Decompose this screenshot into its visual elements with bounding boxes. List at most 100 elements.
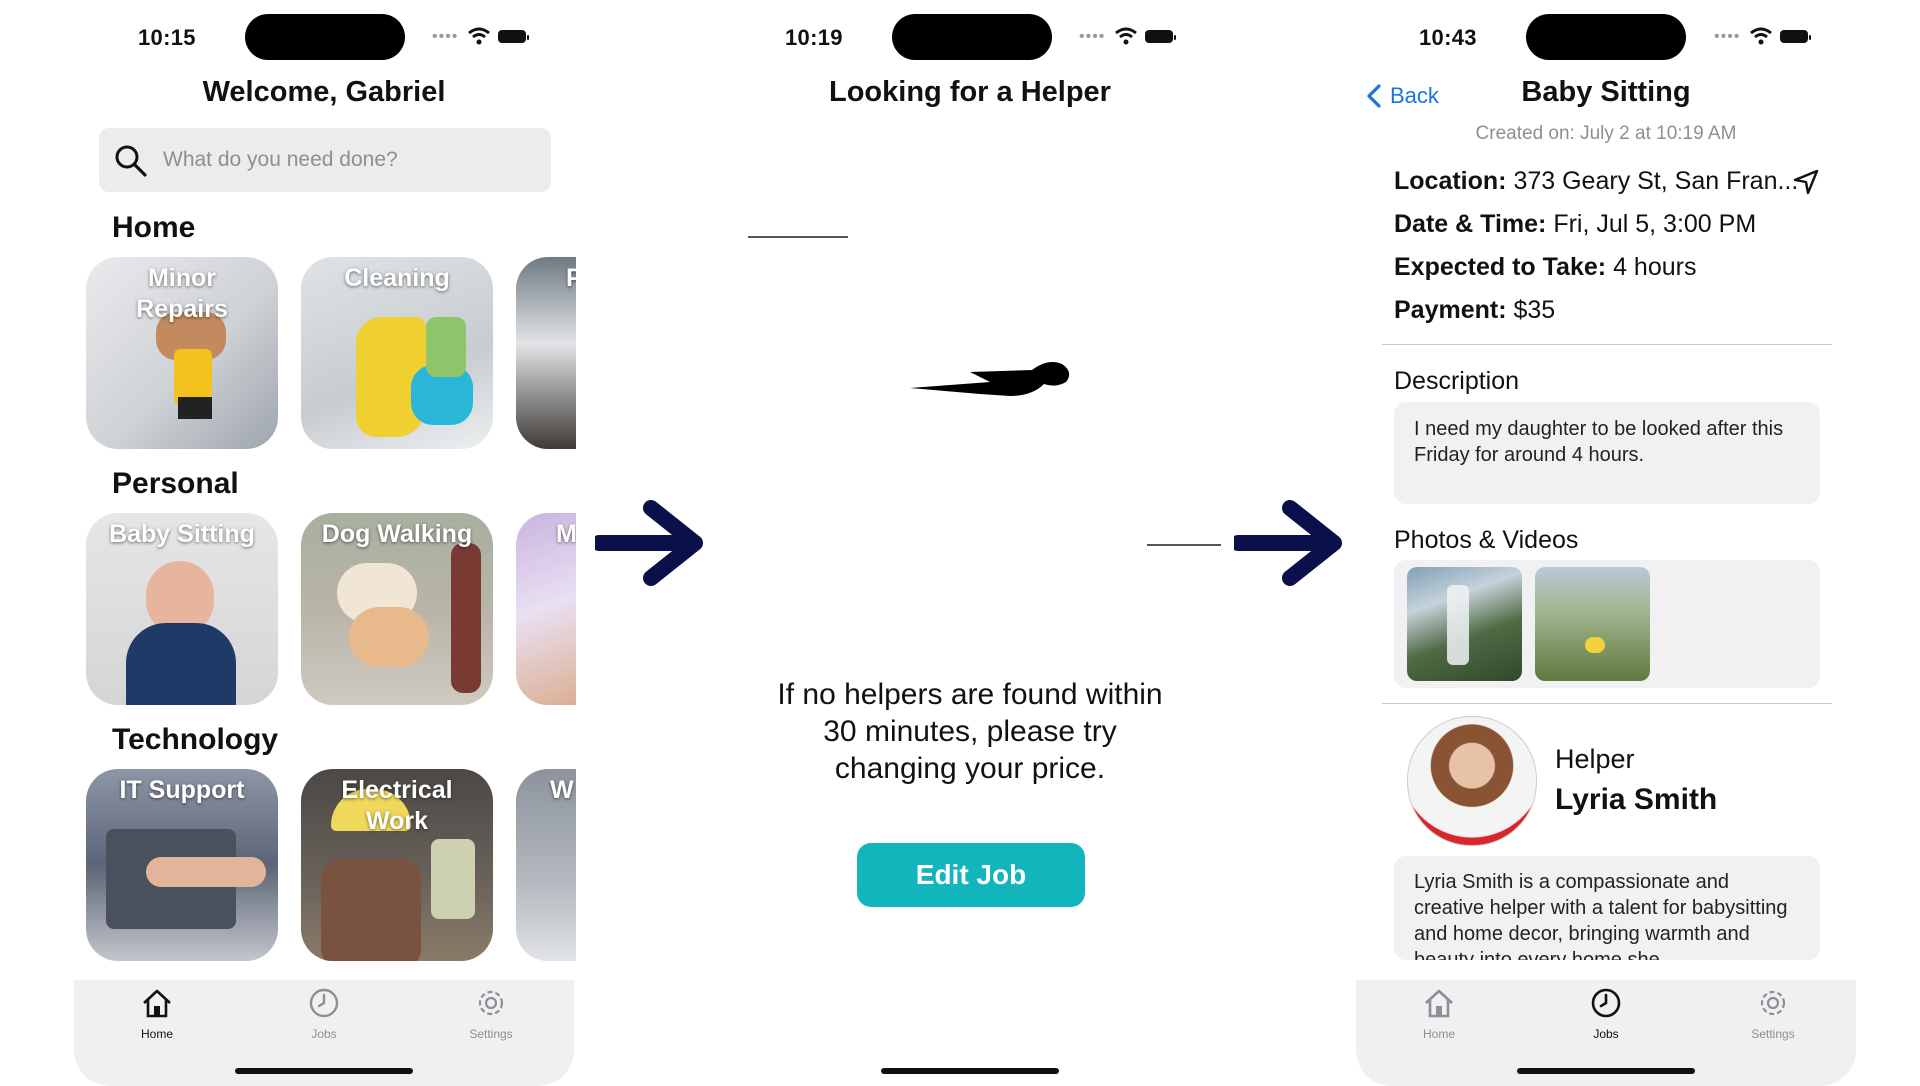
photos-box (1394, 560, 1820, 688)
detail-value: $35 (1513, 296, 1556, 324)
clock-icon (1591, 988, 1621, 1018)
message-line: 30 minutes, please try (823, 715, 1117, 748)
tab-label: Settings (1751, 1027, 1795, 1041)
detail-label: Location: (1394, 167, 1507, 195)
arrow-right-icon (595, 500, 703, 586)
section-title-home: Home (112, 211, 196, 244)
tile-art (426, 317, 466, 377)
back-label: Back (1390, 83, 1439, 108)
created-date: Created on: July 2 at 10:19 AM (1475, 123, 1737, 144)
tile-art (126, 623, 236, 705)
tab-jobs[interactable]: Jobs (264, 986, 384, 1041)
message-line: If no helpers are found within (777, 678, 1163, 711)
tab-bar: Home Jobs Settings (74, 980, 574, 1086)
photo-thumbnail[interactable] (1407, 567, 1522, 681)
dynamic-island (892, 14, 1052, 60)
home-icon (143, 989, 171, 1018)
home-indicator (881, 1068, 1059, 1074)
helper-bio: Lyria Smith is a compassionate and creat… (1414, 871, 1788, 960)
divider (1382, 703, 1832, 704)
status-time: 10:43 (1419, 25, 1477, 50)
flying-helper-icon (910, 362, 1070, 396)
description-title: Description (1394, 367, 1520, 395)
tab-settings[interactable]: Settings (431, 986, 551, 1041)
section-title-technology: Technology (112, 723, 279, 756)
page-title: Baby Sitting (1521, 76, 1691, 108)
divider (1382, 344, 1832, 345)
helper-role: Helper (1555, 744, 1635, 774)
tile-art (146, 857, 266, 887)
gear-icon (1760, 990, 1786, 1016)
tile-partial[interactable]: W (516, 769, 576, 961)
helper-bio-box: Lyria Smith is a compassionate and creat… (1394, 856, 1820, 960)
tile-partial[interactable]: M (516, 513, 576, 705)
home-indicator (235, 1068, 413, 1074)
detail-value: Fri, Jul 5, 3:00 PM (1553, 210, 1757, 238)
tile-label: P (566, 264, 576, 292)
tile-art (178, 397, 212, 419)
gear-icon (478, 990, 504, 1016)
tile-minor-repairs[interactable]: Minor Repairs (86, 257, 278, 449)
battery-icon (1145, 30, 1176, 43)
avatar[interactable] (1407, 716, 1537, 846)
detail-value: 4 hours (1613, 253, 1697, 281)
tab-home[interactable]: Home (1379, 986, 1499, 1041)
photo-thumbnail[interactable] (1535, 567, 1650, 681)
tile-it-support[interactable]: IT Support (86, 769, 278, 961)
no-helpers-message: If no helpers are found within 30 minute… (740, 676, 1200, 787)
tile-label: IT Support (119, 776, 245, 804)
tab-label: Settings (469, 1027, 513, 1041)
signal-icon: •••• (1079, 28, 1106, 45)
chevron-left-icon (1367, 84, 1381, 108)
search-input[interactable]: What do you need done? (99, 128, 551, 192)
tile-electrical-work[interactable]: Electrical Work (301, 769, 493, 961)
tab-label: Jobs (1593, 1027, 1619, 1041)
clock-icon (309, 988, 339, 1018)
location-arrow-icon[interactable] (1792, 168, 1820, 196)
tile-label: Dog Walking (321, 520, 473, 548)
tile-art (321, 859, 421, 961)
tab-settings[interactable]: Settings (1713, 986, 1833, 1041)
wifi-icon (1750, 27, 1772, 45)
search-placeholder: What do you need done? (163, 148, 398, 171)
back-button[interactable]: Back (1366, 83, 1439, 109)
tile-label: Cleaning (344, 264, 450, 292)
tile-dog-walking[interactable]: Dog Walking (301, 513, 493, 705)
detail-payment: Payment: $35 (1394, 296, 1555, 325)
tile-cleaning[interactable]: Cleaning (301, 257, 493, 449)
detail-label: Expected to Take: (1394, 253, 1607, 281)
detail-label: Payment: (1394, 296, 1507, 324)
battery-icon (498, 30, 529, 43)
signal-icon: •••• (432, 28, 459, 45)
tab-label: Jobs (311, 1027, 337, 1041)
tab-bar: Home Jobs Settings (1356, 980, 1856, 1086)
detail-location: Location: 373 Geary St, San Fran... (1394, 167, 1798, 196)
signal-icon: •••• (1714, 28, 1741, 45)
detail-label: Date & Time: (1394, 210, 1547, 238)
tile-art (451, 543, 481, 693)
home-indicator (1517, 1068, 1695, 1074)
tile-label: W (550, 776, 574, 804)
category-list: Home Minor Repairs Cleaning P Personal B… (86, 205, 576, 965)
detail-value: 373 Geary St, San Fran... (1513, 167, 1799, 195)
wifi-icon (1115, 27, 1137, 45)
helper-name: Lyria Smith (1555, 783, 1718, 816)
edit-job-button[interactable]: Edit Job (857, 843, 1085, 907)
dynamic-island (245, 14, 405, 60)
photos-title: Photos & Videos (1394, 526, 1579, 554)
page-title: Welcome, Gabriel (202, 76, 446, 108)
tab-home[interactable]: Home (97, 986, 217, 1041)
description-box: I need my daughter to be looked after th… (1394, 402, 1820, 504)
tile-baby-sitting[interactable]: Baby Sitting (86, 513, 278, 705)
tab-jobs[interactable]: Jobs (1546, 986, 1666, 1041)
photo-art (1447, 585, 1469, 665)
tile-partial[interactable]: P (516, 257, 576, 449)
tile-label: Minor Repairs (136, 264, 228, 323)
arrow-right-icon (1234, 500, 1342, 586)
status-time: 10:15 (138, 25, 196, 50)
tile-label: M (556, 520, 576, 548)
dynamic-island (1526, 14, 1686, 60)
search-icon (115, 145, 147, 177)
loading-line (748, 236, 848, 238)
loading-line (1147, 544, 1221, 546)
